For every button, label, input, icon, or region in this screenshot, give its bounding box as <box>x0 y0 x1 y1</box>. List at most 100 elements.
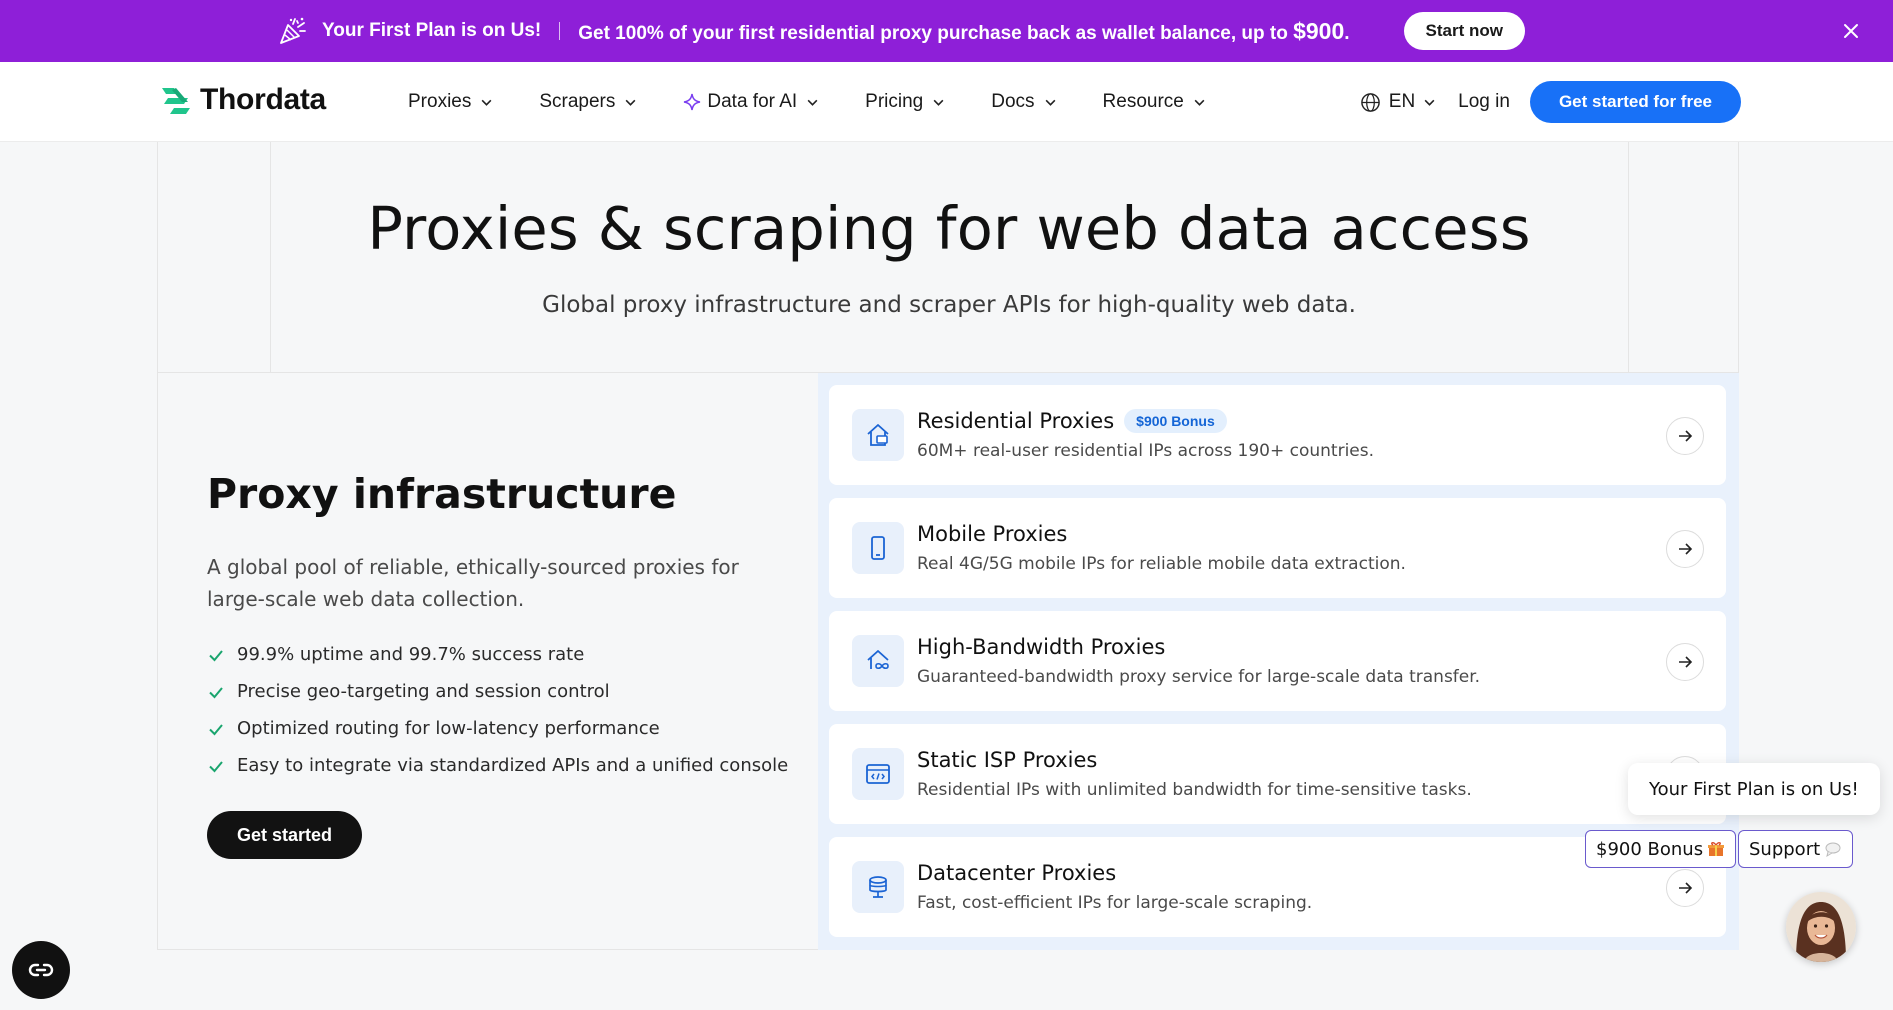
promo-headline: Your First Plan is on Us! <box>322 20 542 41</box>
card-description: 60M+ real-user residential IPs across 19… <box>917 441 1375 461</box>
feature-list: 99.9% uptime and 99.7% success rate Prec… <box>207 636 788 784</box>
bonus-badge: $900 Bonus <box>1124 409 1227 433</box>
check-icon <box>209 723 223 735</box>
card-icon-box <box>852 635 904 687</box>
card-title-text: Mobile Proxies <box>917 522 1068 546</box>
card-mobile-proxies[interactable]: Mobile Proxies Real 4G/5G mobile IPs for… <box>829 498 1726 598</box>
arrow-right-icon <box>1679 656 1693 668</box>
card-icon-box <box>852 748 904 800</box>
check-icon <box>209 649 223 661</box>
card-title: High-Bandwidth Proxies <box>917 635 1165 659</box>
card-icon-box <box>852 522 904 574</box>
card-icon-box <box>852 409 904 461</box>
language-label: EN <box>1388 91 1416 112</box>
support-avatar[interactable] <box>1786 892 1856 962</box>
globe-icon <box>1360 92 1380 112</box>
arrow-right-icon <box>1679 543 1693 555</box>
smartphone-icon <box>871 536 885 560</box>
menu-label: Resource <box>1102 91 1184 112</box>
logo-mark-icon <box>162 88 190 114</box>
get-started-free-button[interactable]: Get started for free <box>1529 81 1741 123</box>
promo-banner: Your First Plan is on Us! Get 100% of yo… <box>0 0 1893 62</box>
feature-text: 99.9% uptime and 99.7% success rate <box>237 644 585 665</box>
menu-label: Pricing <box>865 91 924 112</box>
feature-text: Easy to integrate via standardized APIs … <box>237 755 789 776</box>
feature-item: Easy to integrate via standardized APIs … <box>207 747 788 784</box>
feature-text: Optimized routing for low-latency perfor… <box>237 718 660 739</box>
database-icon <box>869 876 887 898</box>
bonus-chip-label: $900 Bonus <box>1596 838 1704 860</box>
card-title: Residential Proxies $900 Bonus <box>917 409 1227 433</box>
menu-data-for-ai[interactable]: Data for AI <box>683 91 819 113</box>
infinity-house-icon <box>867 650 889 670</box>
menu-docs[interactable]: Docs <box>991 91 1056 113</box>
feature-text: Precise geo-targeting and session contro… <box>237 681 610 702</box>
menu-label: Proxies <box>408 91 472 112</box>
card-residential-proxies[interactable]: Residential Proxies $900 Bonus 60M+ real… <box>829 385 1726 485</box>
menu-label: Scrapers <box>539 91 616 112</box>
arrow-right-button[interactable] <box>1666 530 1704 568</box>
chevron-down-icon <box>933 99 944 106</box>
party-popper-icon <box>280 17 306 44</box>
main-menu: Proxies Scrapers Data for AI Pricing Doc… <box>408 62 1252 142</box>
promo-bubble[interactable]: Your First Plan is on Us! <box>1628 763 1880 815</box>
hero-subtitle: Global proxy infrastructure and scraper … <box>542 292 1356 318</box>
arrow-right-icon <box>1679 430 1693 442</box>
arrow-right-button[interactable] <box>1666 869 1704 907</box>
card-icon-box <box>852 861 904 913</box>
check-icon <box>209 760 223 772</box>
chevron-down-icon <box>1424 99 1435 106</box>
check-icon <box>209 686 223 698</box>
support-chip-label: Support <box>1749 838 1821 860</box>
menu-label: Docs <box>991 91 1035 112</box>
house-icon <box>867 424 889 446</box>
menu-resource[interactable]: Resource <box>1103 91 1206 113</box>
chevron-down-icon <box>1194 99 1205 106</box>
card-title-text: High-Bandwidth Proxies <box>917 635 1166 659</box>
arrow-right-button[interactable] <box>1666 643 1704 681</box>
logo-text: Thordata <box>200 83 326 116</box>
feature-item: Optimized routing for low-latency perfor… <box>207 710 788 747</box>
language-selector[interactable]: EN <box>1360 91 1436 113</box>
proxy-section: Proxy infrastructure A global pool of re… <box>157 372 1739 950</box>
chevron-down-icon <box>1045 99 1055 106</box>
nav-actions: EN Log in Get started for free <box>1360 62 1741 142</box>
arrow-right-button[interactable] <box>1666 417 1704 455</box>
hero: Proxies & scraping for web data access G… <box>157 142 1739 372</box>
accessibility-toggle[interactable] <box>12 941 70 999</box>
card-title: Static ISP Proxies <box>917 748 1097 772</box>
card-title-text: Residential Proxies <box>917 409 1115 433</box>
get-started-button[interactable]: Get started <box>207 811 363 859</box>
menu-proxies[interactable]: Proxies <box>408 91 493 113</box>
menu-scrapers[interactable]: Scrapers <box>539 91 637 113</box>
card-high-bandwidth-proxies[interactable]: High-Bandwidth Proxies Guaranteed-bandwi… <box>829 611 1726 711</box>
bonus-chip[interactable]: $900 Bonus <box>1585 830 1737 868</box>
arrow-right-icon <box>1679 882 1693 894</box>
card-title: Datacenter Proxies <box>917 861 1116 885</box>
card-description: Residential IPs with unlimited bandwidth… <box>917 780 1472 800</box>
feature-item: 99.9% uptime and 99.7% success rate <box>207 636 788 673</box>
chevron-down-icon <box>625 99 636 106</box>
card-description: Fast, cost-efficient IPs for large-scale… <box>917 893 1313 913</box>
menu-label: Data for AI <box>707 91 798 112</box>
chevron-down-icon <box>481 99 492 106</box>
logo[interactable]: Thordata <box>158 82 326 118</box>
card-description: Real 4G/5G mobile IPs for reliable mobil… <box>917 554 1406 574</box>
gift-icon <box>1708 842 1725 856</box>
card-static-isp-proxies[interactable]: Static ISP Proxies Residential IPs with … <box>829 724 1726 824</box>
promo-divider <box>559 22 561 40</box>
start-now-button[interactable]: Start now <box>1403 12 1525 50</box>
sparkle-icon <box>684 93 701 111</box>
card-title: Mobile Proxies <box>917 522 1067 546</box>
support-chip[interactable]: Support <box>1738 830 1854 868</box>
top-nav: Thordata Proxies Scrapers Data for AI Pr… <box>0 62 1893 142</box>
section-description: A global pool of reliable, ethically-sou… <box>207 555 739 611</box>
close-icon[interactable] <box>1839 19 1863 43</box>
login-link[interactable]: Log in <box>1458 91 1510 113</box>
promo-amount: $900 <box>1293 17 1345 44</box>
menu-pricing[interactable]: Pricing <box>865 91 945 113</box>
promo-text: Get 100% of your first residential proxy… <box>578 17 1350 44</box>
avatar-image <box>1786 892 1856 962</box>
code-window-icon <box>866 764 890 784</box>
speech-bubble-icon <box>1825 842 1841 858</box>
